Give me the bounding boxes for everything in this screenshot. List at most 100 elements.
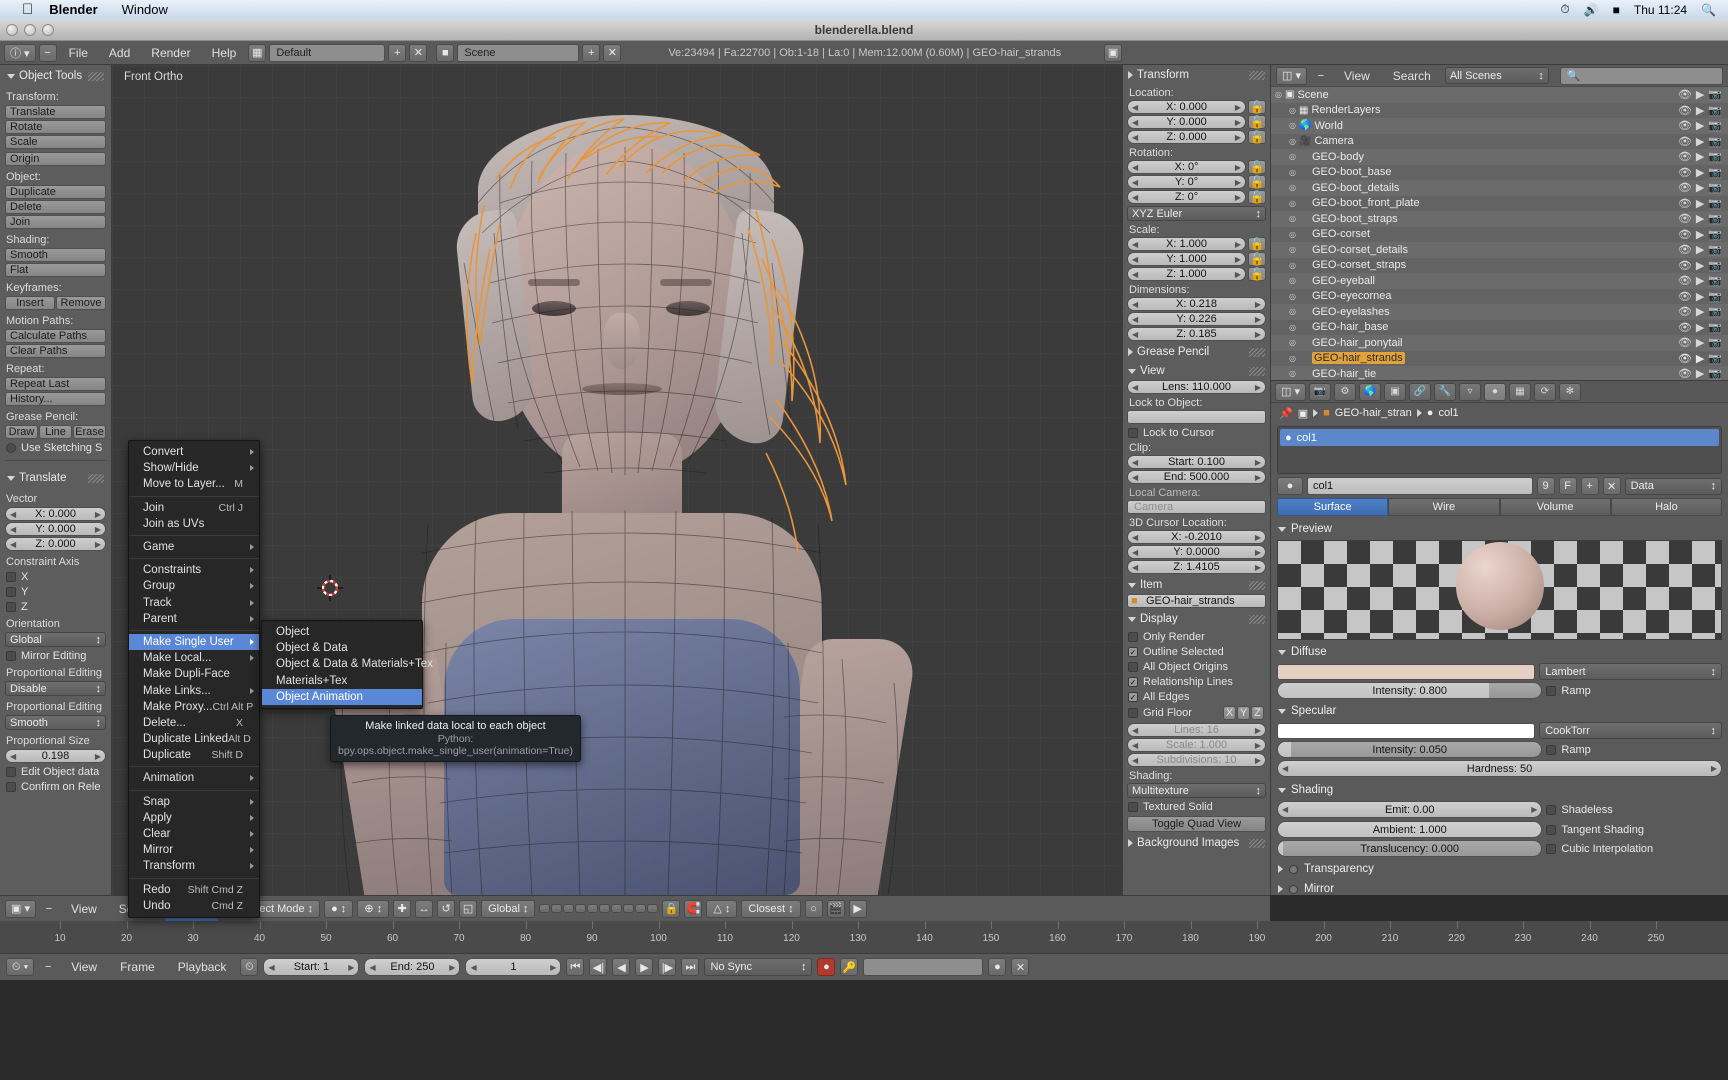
restrict-render-icon[interactable]: 📷 xyxy=(1708,259,1722,272)
collapse-header-icon[interactable]: − xyxy=(40,900,58,918)
menu-item-game[interactable]: Game xyxy=(129,539,259,555)
emit-field[interactable]: ◀Emit: 0.00▶ xyxy=(1277,801,1542,818)
restrict-render-icon[interactable]: 📷 xyxy=(1708,228,1722,241)
restrict-view-icon[interactable]: 👁 xyxy=(1678,243,1692,256)
outliner-menu-search[interactable]: Search xyxy=(1384,65,1440,87)
restrict-select-icon[interactable]: ▶ xyxy=(1696,228,1704,241)
timeline-menu-playback[interactable]: Playback xyxy=(169,954,236,981)
battery-icon[interactable]: ■ xyxy=(1613,3,1620,17)
lock-scale-y-icon[interactable]: 🔓 xyxy=(1248,252,1266,266)
lock-rotation-x-icon[interactable]: 🔓 xyxy=(1248,160,1266,174)
only-render-checkbox[interactable]: Only Render xyxy=(1128,631,1266,643)
dimension-y-field[interactable]: ◀Y: 0.226▶ xyxy=(1127,312,1266,326)
expand-toggle-icon[interactable]: ◎ xyxy=(1289,307,1296,316)
frame-end-field[interactable]: ◀End: 250▶ xyxy=(364,958,460,976)
snap-toggle-icon[interactable]: 🧲 xyxy=(684,900,702,918)
restrict-select-icon[interactable]: ▶ xyxy=(1696,212,1704,225)
restrict-view-icon[interactable]: 👁 xyxy=(1678,135,1692,148)
gpencil-erase-button[interactable]: Erase xyxy=(73,425,106,439)
restrict-select-icon[interactable]: ▶ xyxy=(1696,290,1704,303)
restrict-view-icon[interactable]: 👁 xyxy=(1678,352,1692,365)
keying-set-field[interactable] xyxy=(863,958,983,976)
outliner-row-world[interactable]: ◎🌎World👁▶📷 xyxy=(1271,118,1728,134)
breadcrumb-material[interactable]: col1 xyxy=(1438,407,1458,419)
flat-button[interactable]: Flat xyxy=(5,263,106,277)
restrict-view-icon[interactable]: 👁 xyxy=(1678,197,1692,210)
restrict-select-icon[interactable]: ▶ xyxy=(1696,135,1704,148)
outline-selected-checkbox[interactable]: ✓Outline Selected xyxy=(1128,646,1266,658)
mirror-panel-header[interactable]: Mirror xyxy=(1271,879,1728,895)
menu-item-duplicate[interactable]: DuplicateShift D xyxy=(129,747,259,763)
grid-axis-y-toggle[interactable]: Y xyxy=(1237,706,1250,720)
scale-z-field[interactable]: ◀Z: 1.000▶ xyxy=(1127,267,1246,281)
restrict-select-icon[interactable]: ▶ xyxy=(1696,88,1704,101)
scale-button[interactable]: Scale xyxy=(5,135,106,149)
tab-modifiers[interactable]: 🔧 xyxy=(1434,383,1456,401)
specular-ramp-checkbox[interactable]: Ramp xyxy=(1546,744,1722,756)
pin-icon[interactable]: 📌 xyxy=(1279,407,1293,420)
tab-physics[interactable]: ⟳ xyxy=(1534,383,1556,401)
menu-item-animation[interactable]: Animation xyxy=(129,770,259,786)
dimension-x-field[interactable]: ◀X: 0.218▶ xyxy=(1127,297,1266,311)
grease-pencil-panel-header[interactable]: Grease Pencil xyxy=(1127,342,1266,361)
grid-axis-x-toggle[interactable]: X xyxy=(1223,706,1236,720)
menu-item-make-local[interactable]: Make Local... xyxy=(129,650,259,666)
browse-material-icon[interactable]: ● xyxy=(1277,477,1303,495)
dimension-z-field[interactable]: ◀Z: 0.185▶ xyxy=(1127,327,1266,341)
lock-scale-z-icon[interactable]: 🔓 xyxy=(1248,267,1266,281)
restrict-select-icon[interactable]: ▶ xyxy=(1696,352,1704,365)
submenu-item-materials-tex[interactable]: Materials+Tex xyxy=(262,673,422,689)
location-y-field[interactable]: ◀Y: 0.000▶ xyxy=(1127,115,1246,129)
restrict-select-icon[interactable]: ▶ xyxy=(1696,166,1704,179)
restrict-render-icon[interactable]: 📷 xyxy=(1708,197,1722,210)
restrict-select-icon[interactable]: ▶ xyxy=(1696,197,1704,210)
object-context-menu[interactable]: ConvertShow/HideMove to Layer...MJoinCtr… xyxy=(128,440,260,918)
menu-item-make-single-user[interactable]: Make Single User xyxy=(129,634,259,650)
tab-halo[interactable]: Halo xyxy=(1611,498,1722,516)
expand-toggle-icon[interactable]: ◎ xyxy=(1289,338,1296,347)
proportional-edit-icon[interactable]: ○ xyxy=(805,900,823,918)
diffuse-ramp-checkbox[interactable]: Ramp xyxy=(1546,685,1722,697)
restrict-view-icon[interactable]: 👁 xyxy=(1678,150,1692,163)
grid-floor-row[interactable]: Grid Floor X Y Z xyxy=(1128,706,1266,720)
expand-toggle-icon[interactable]: ◎ xyxy=(1275,90,1282,99)
diffuse-panel-header[interactable]: Diffuse xyxy=(1271,642,1728,661)
outliner-row-camera[interactable]: ◎🎥Camera👁▶📷 xyxy=(1271,134,1728,150)
render-engine-icon[interactable]: ▣ xyxy=(1104,44,1122,62)
scale-x-field[interactable]: ◀X: 1.000▶ xyxy=(1127,237,1246,251)
restrict-view-icon[interactable]: 👁 xyxy=(1678,259,1692,272)
expand-toggle-icon[interactable]: ◎ xyxy=(1289,261,1296,270)
history-button[interactable]: History... xyxy=(5,392,106,406)
lock-to-cursor-checkbox[interactable]: Lock to Cursor xyxy=(1128,427,1266,439)
menu-item-join[interactable]: JoinCtrl J xyxy=(129,500,259,516)
menu-item-make-dupli-face[interactable]: Make Dupli-Face xyxy=(129,666,259,682)
cursor-x-field[interactable]: ◀X: -0.2010▶ xyxy=(1127,530,1266,544)
menu-item-parent[interactable]: Parent xyxy=(129,611,259,627)
add-screen-layout-button[interactable]: + xyxy=(388,44,406,62)
add-scene-button[interactable]: + xyxy=(582,44,600,62)
shading-method-dropdown[interactable]: Multitexture↕ xyxy=(1127,783,1266,798)
restrict-render-icon[interactable]: 📷 xyxy=(1708,352,1722,365)
expand-toggle-icon[interactable]: ◎ xyxy=(1289,354,1296,363)
expand-toggle-icon[interactable]: ◎ xyxy=(1289,199,1296,208)
menu-item-redo[interactable]: RedoShift Cmd Z xyxy=(129,882,259,898)
gpencil-line-button[interactable]: Line xyxy=(39,425,72,439)
tangent-shading-checkbox[interactable]: Tangent Shading xyxy=(1546,824,1722,836)
mirror-editing-checkbox[interactable]: Mirror Editing xyxy=(6,650,106,662)
restrict-render-icon[interactable]: 📷 xyxy=(1708,305,1722,318)
screen-layout-icon[interactable]: ▦ xyxy=(248,44,266,62)
3d-viewport[interactable]: Front Ortho xyxy=(112,65,1122,895)
tab-volume[interactable]: Volume xyxy=(1500,498,1611,516)
rotation-y-field[interactable]: ◀Y: 0°▶ xyxy=(1127,175,1246,189)
jump-to-end-icon[interactable]: ⏭ xyxy=(681,958,699,976)
all-object-origins-checkbox[interactable]: All Object Origins xyxy=(1128,661,1266,673)
outliner-scope-dropdown[interactable]: All Scenes↕ xyxy=(1445,67,1549,84)
menu-clock[interactable]: Thu 11:24 xyxy=(1634,3,1687,17)
menu-window[interactable]: Window xyxy=(122,2,168,17)
join-button[interactable]: Join xyxy=(5,215,106,229)
expand-toggle-icon[interactable]: ◎ xyxy=(1289,152,1296,161)
delete-button[interactable]: Delete xyxy=(5,200,106,214)
item-panel-header[interactable]: Item xyxy=(1127,575,1266,594)
specular-panel-header[interactable]: Specular xyxy=(1271,701,1728,720)
expand-toggle-icon[interactable]: ◎ xyxy=(1289,121,1296,130)
